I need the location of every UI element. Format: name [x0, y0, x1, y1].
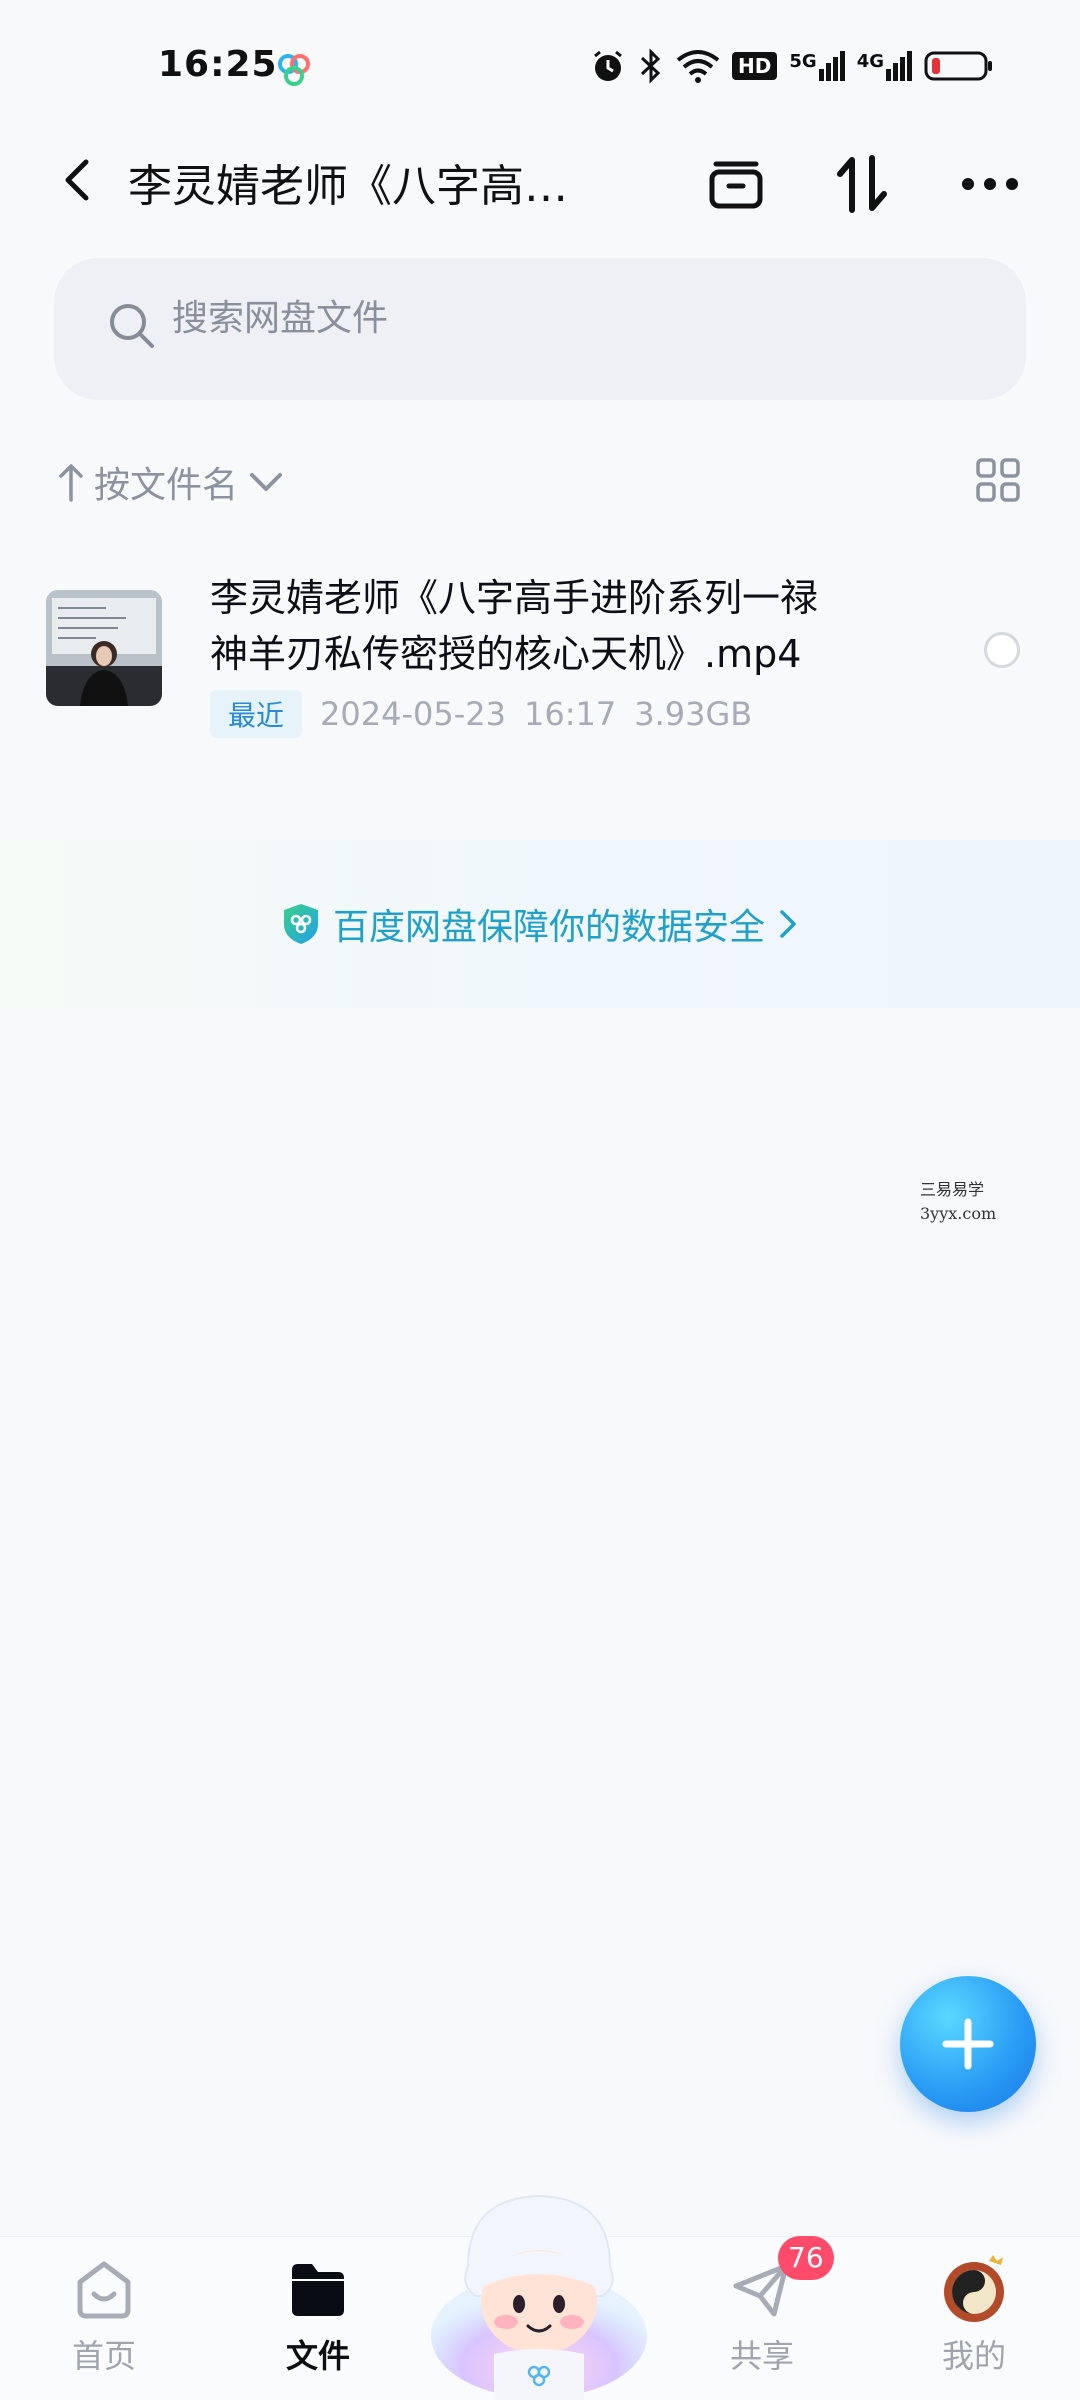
signal-5g: 5G	[789, 51, 845, 81]
status-bar: 16:25 HD 5G 4G	[0, 0, 1080, 130]
signal-4g: 4G	[857, 51, 912, 81]
list-item[interactable]: 李灵婧老师《八字高手进阶系列一禄 神羊刃私传密授的核心天机》.mp4 最近 20…	[0, 550, 1080, 750]
share-count-badge: 76	[778, 2236, 834, 2280]
more-button[interactable]	[954, 148, 1026, 220]
plus-icon	[942, 2018, 994, 2070]
file-time: 16:17	[523, 695, 617, 733]
hd-indicator: HD	[732, 52, 778, 80]
shield-icon	[283, 904, 318, 944]
bluetooth-icon	[641, 48, 661, 84]
file-size: 3.93GB	[634, 695, 753, 733]
archive-icon	[709, 161, 763, 209]
battery-icon	[924, 51, 992, 81]
sort-selector[interactable]: 按文件名	[58, 452, 286, 512]
sort-swap-icon	[837, 155, 887, 213]
alarm-icon	[594, 50, 622, 81]
status-icons: HD 5G 4G	[590, 48, 994, 84]
tab-label: 首页	[71, 2337, 136, 2375]
watermark-line-2: 3yyx.com	[920, 1204, 997, 1223]
tab-label: 我的	[941, 2337, 1006, 2375]
file-meta: 最近 2024-05-23 16:17 3.93GB	[210, 690, 752, 738]
add-button[interactable]	[900, 1976, 1036, 2112]
tab-label: 共享	[729, 2337, 794, 2375]
network-4g-label: 4G	[856, 51, 884, 72]
search-input[interactable]	[172, 298, 872, 339]
arrow-up-icon	[59, 464, 83, 502]
chevron-right-icon	[780, 910, 796, 938]
recent-badge: 最近	[210, 690, 303, 738]
more-icon	[962, 178, 1018, 190]
file-list-screen: 16:25 HD 5G 4G 李灵婧老师《八字高… 搜索网盘文件 按文件名 李灵…	[0, 0, 1080, 2400]
security-text: 百度网盘保障你的数据安全	[332, 907, 765, 948]
mascot-button[interactable]	[428, 2176, 650, 2400]
back-icon	[65, 159, 89, 201]
top-app-bar: 李灵婧老师《八字高…	[0, 130, 1080, 230]
tab-home[interactable]: 首页	[34, 2255, 174, 2377]
archive-button[interactable]	[700, 148, 772, 220]
profile-avatar	[939, 2255, 1009, 2325]
search-bar[interactable]	[54, 258, 1026, 400]
video-thumbnail	[46, 590, 162, 706]
tab-profile[interactable]: 我的	[904, 2255, 1044, 2377]
chevron-down-icon	[250, 473, 283, 491]
watermark-line-1: 三易易学	[920, 1180, 985, 1199]
wifi-icon	[676, 50, 720, 83]
security-banner[interactable]: 百度网盘保障你的数据安全	[0, 840, 1080, 1008]
baidu-netdisk-logo-icon	[278, 54, 310, 86]
home-icon	[69, 2255, 139, 2325]
sort-label: 按文件名	[94, 465, 239, 506]
status-time: 16:25	[158, 44, 278, 85]
grid-view-icon[interactable]	[974, 456, 1022, 504]
file-name-line-1: 李灵婧老师《八字高手进阶系列一禄	[210, 576, 819, 620]
folder-title: 李灵婧老师《八字高…	[128, 161, 568, 212]
sort-order-button[interactable]	[826, 148, 898, 220]
watermark: 三易易学 3yyx.com	[920, 1178, 996, 1226]
select-checkbox[interactable]	[984, 632, 1020, 668]
back-button[interactable]	[46, 148, 110, 212]
file-name-line-2: 神羊刃私传密授的核心天机》.mp4	[210, 632, 802, 676]
file-name: 李灵婧老师《八字高手进阶系列一禄 神羊刃私传密授的核心天机》.mp4	[210, 570, 910, 682]
tab-files[interactable]: 文件	[248, 2255, 388, 2377]
mascot-icon	[431, 2194, 647, 2400]
tab-label: 文件	[285, 2337, 350, 2375]
file-date: 2024-05-23	[320, 695, 506, 733]
folder-icon	[283, 2255, 353, 2325]
network-5g-label: 5G	[789, 51, 817, 72]
search-icon	[110, 304, 154, 348]
